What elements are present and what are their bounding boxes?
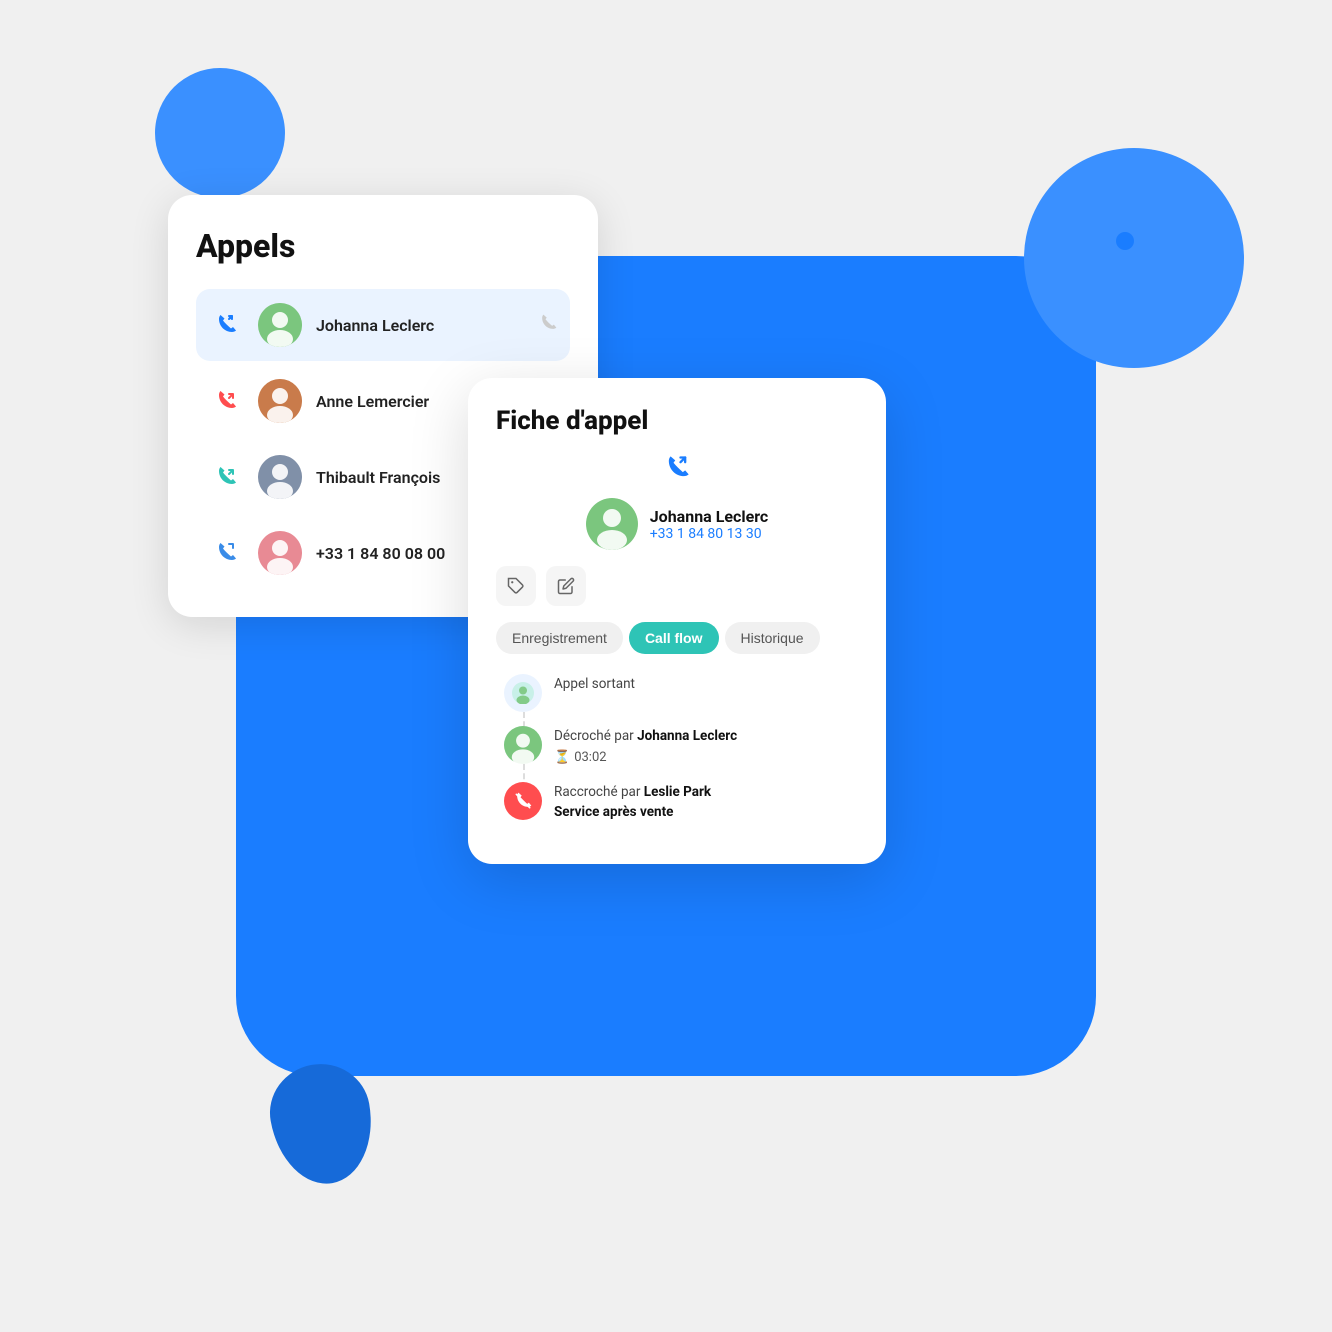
tab-historique[interactable]: Historique bbox=[725, 622, 820, 654]
fiche-avatar-johanna bbox=[586, 498, 638, 550]
call-item-johanna[interactable]: Johanna Leclerc bbox=[196, 289, 570, 361]
flow-avatar-outgoing bbox=[504, 674, 542, 712]
flow-answered-name: Johanna Leclerc bbox=[637, 728, 737, 744]
avatar-unknown bbox=[258, 531, 302, 575]
fiche-contact-name: Johanna Leclerc bbox=[650, 507, 769, 526]
fiche-contact-section: Johanna Leclerc +33 1 84 80 13 30 bbox=[496, 454, 858, 550]
scene: Appels Johann bbox=[0, 0, 1332, 1332]
fiche-contact-info: Johanna Leclerc +33 1 84 80 13 30 bbox=[650, 507, 769, 542]
fiche-contact-phone: +33 1 84 80 13 30 bbox=[650, 526, 769, 542]
deco-dot bbox=[1116, 232, 1134, 250]
call-type-icon-incoming-teal bbox=[208, 459, 244, 495]
flow-text-outgoing: Appel sortant bbox=[554, 674, 635, 694]
flow-hangup-name: Leslie Park bbox=[644, 784, 711, 800]
flow-avatar-hangup bbox=[504, 782, 542, 820]
call-type-icon-outgoing-blue2 bbox=[208, 535, 244, 571]
flow-text-hangup: Raccroché par Leslie Park Service après … bbox=[554, 782, 711, 823]
avatar-thibault bbox=[258, 455, 302, 499]
flow-duration: ⏳ 03:02 bbox=[554, 748, 737, 768]
flow-item-answered: Décroché par Johanna Leclerc ⏳ 03:02 bbox=[504, 726, 858, 768]
flow-text-answered: Décroché par Johanna Leclerc ⏳ 03:02 bbox=[554, 726, 737, 768]
hourglass-icon: ⏳ bbox=[554, 748, 570, 768]
tab-callflow[interactable]: Call flow bbox=[629, 622, 719, 654]
call-flow-list: Appel sortant Décroché par Johanna Lecle… bbox=[496, 674, 858, 822]
appels-title: Appels bbox=[196, 227, 570, 265]
flow-item-hangup: Raccroché par Leslie Park Service après … bbox=[504, 782, 858, 823]
edit-button[interactable] bbox=[546, 566, 586, 606]
tag-button[interactable] bbox=[496, 566, 536, 606]
flow-avatar-johanna bbox=[504, 726, 542, 764]
flow-duration-value: 03:02 bbox=[574, 748, 606, 768]
fiche-tabs: Enregistrement Call flow Historique bbox=[496, 622, 858, 654]
fiche-card: Fiche d'appel Johan bbox=[468, 378, 886, 864]
call-phone-icon bbox=[538, 313, 558, 337]
deco-teardrop-bottom-left bbox=[262, 1056, 381, 1192]
call-type-icon-incoming-red bbox=[208, 383, 244, 419]
tab-enregistrement[interactable]: Enregistrement bbox=[496, 622, 623, 654]
deco-circle-top-right bbox=[1024, 148, 1244, 368]
flow-item-outgoing: Appel sortant bbox=[504, 674, 858, 712]
deco-circle-top-left bbox=[155, 68, 285, 198]
call-type-icon-outgoing-blue bbox=[208, 307, 244, 343]
fiche-outgoing-call-icon bbox=[663, 454, 691, 488]
fiche-contact-row: Johanna Leclerc +33 1 84 80 13 30 bbox=[586, 498, 769, 550]
flow-hangup-service: Service après vente bbox=[554, 802, 711, 822]
fiche-actions bbox=[496, 566, 858, 606]
avatar-anne bbox=[258, 379, 302, 423]
call-name-johanna: Johanna Leclerc bbox=[316, 316, 538, 335]
fiche-title: Fiche d'appel bbox=[496, 406, 858, 436]
avatar-johanna bbox=[258, 303, 302, 347]
